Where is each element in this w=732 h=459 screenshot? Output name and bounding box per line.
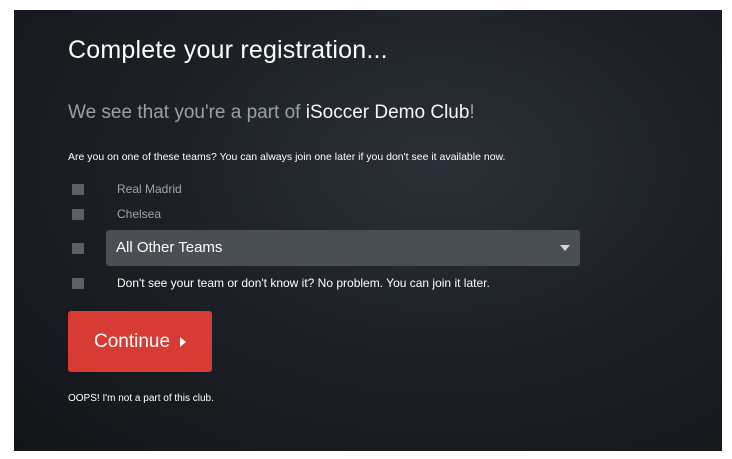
club-membership-message: We see that you're a part of iSoccer Dem… — [68, 102, 475, 124]
registration-panel: Complete your registration... We see tha… — [14, 10, 722, 451]
other-teams-select-value: All Other Teams — [116, 239, 223, 256]
team-option-none[interactable]: Don't see your team or don't know it? No… — [72, 275, 490, 291]
team-label-chelsea: Chelsea — [117, 207, 162, 221]
team-question: Are you on one of these teams? You can a… — [68, 151, 506, 163]
subtitle-prefix: We see that you're a part of — [68, 102, 306, 123]
caret-right-icon — [180, 336, 187, 347]
team-checkbox-chelsea[interactable] — [72, 208, 84, 220]
other-teams-select[interactable]: All Other Teams — [106, 230, 580, 266]
team-option-chelsea[interactable]: Chelsea — [72, 206, 161, 222]
not-part-of-club-link[interactable]: OOPS! I'm not a part of this club. — [68, 393, 214, 404]
page-title: Complete your registration... — [68, 36, 388, 64]
no-team-note: Don't see your team or don't know it? No… — [117, 276, 490, 290]
team-checkbox-real-madrid[interactable] — [72, 183, 84, 195]
subtitle-suffix: ! — [469, 102, 475, 123]
club-name: iSoccer Demo Club — [305, 102, 470, 123]
team-checkbox-none[interactable] — [72, 277, 84, 289]
team-option-real-madrid[interactable]: Real Madrid — [72, 181, 182, 197]
team-checkbox-other[interactable] — [72, 242, 84, 254]
team-label-real-madrid: Real Madrid — [117, 182, 182, 196]
continue-button-label: Continue — [93, 330, 171, 352]
team-option-other[interactable] — [72, 240, 84, 256]
continue-button[interactable]: Continue — [68, 311, 212, 372]
chevron-down-icon — [560, 245, 570, 251]
